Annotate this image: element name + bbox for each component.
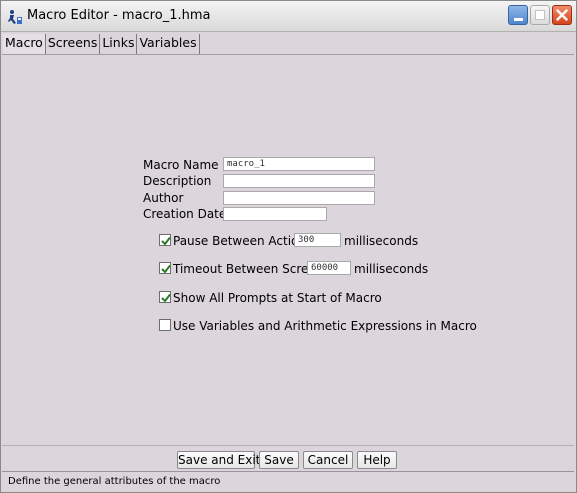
tab-screens[interactable]: Screens — [45, 34, 101, 54]
pause-ms-field[interactable]: 300 — [294, 233, 341, 247]
tab-variables[interactable]: Variables — [137, 34, 200, 54]
author-label: Author — [143, 191, 184, 205]
window-title: Macro Editor - macro_1.hma — [27, 8, 211, 23]
status-bar: Define the general attributes of the mac… — [2, 471, 574, 492]
button-bar: Save and Exit Save Cancel Help — [2, 445, 574, 471]
checkmark-icon — [161, 293, 171, 303]
use-variables-label: Use Variables and Arithmetic Expressions… — [173, 319, 477, 333]
description-field[interactable] — [223, 174, 375, 188]
author-field[interactable] — [223, 191, 375, 205]
save-button[interactable]: Save — [259, 451, 299, 469]
save-and-exit-button[interactable]: Save and Exit — [177, 451, 260, 469]
show-prompts-checkbox[interactable] — [159, 291, 171, 303]
title-bar[interactable]: Macro Editor - macro_1.hma — [1, 1, 576, 32]
macro-name-field[interactable]: macro_1 — [223, 157, 375, 171]
minimize-icon[interactable] — [508, 5, 528, 25]
tab-macro[interactable]: Macro — [3, 34, 46, 54]
creation-date-field[interactable] — [223, 207, 327, 221]
creation-date-label: Creation Date — [143, 207, 227, 221]
timeout-ms-field[interactable]: 60000 — [307, 261, 351, 275]
close-icon[interactable] — [552, 5, 572, 25]
cancel-button[interactable]: Cancel — [303, 451, 353, 469]
status-text: Define the general attributes of the mac… — [8, 476, 221, 487]
tab-links[interactable]: Links — [100, 34, 138, 54]
pause-checkbox[interactable] — [159, 234, 171, 246]
macro-name-label: Macro Name — [143, 158, 219, 172]
macro-editor-window: Macro Editor - macro_1.hma Macro Screens… — [0, 0, 577, 493]
show-prompts-label: Show All Prompts at Start of Macro — [173, 291, 382, 305]
tab-bar: Macro Screens Links Variables — [3, 34, 200, 54]
use-variables-checkbox[interactable] — [159, 319, 171, 331]
timeout-unit-label: milliseconds — [354, 262, 429, 276]
maximize-icon[interactable] — [530, 5, 550, 25]
checkmark-icon — [161, 264, 171, 274]
checkmark-icon — [161, 236, 171, 246]
pause-label: Pause Between Actions — [173, 234, 313, 248]
pause-unit-label: milliseconds — [344, 234, 419, 248]
description-label: Description — [143, 174, 212, 188]
macro-app-icon — [7, 9, 23, 25]
help-button[interactable]: Help — [357, 451, 397, 469]
macro-tab-panel: Macro Name macro_1 Description Author Cr… — [2, 54, 574, 445]
timeout-checkbox[interactable] — [159, 262, 171, 274]
